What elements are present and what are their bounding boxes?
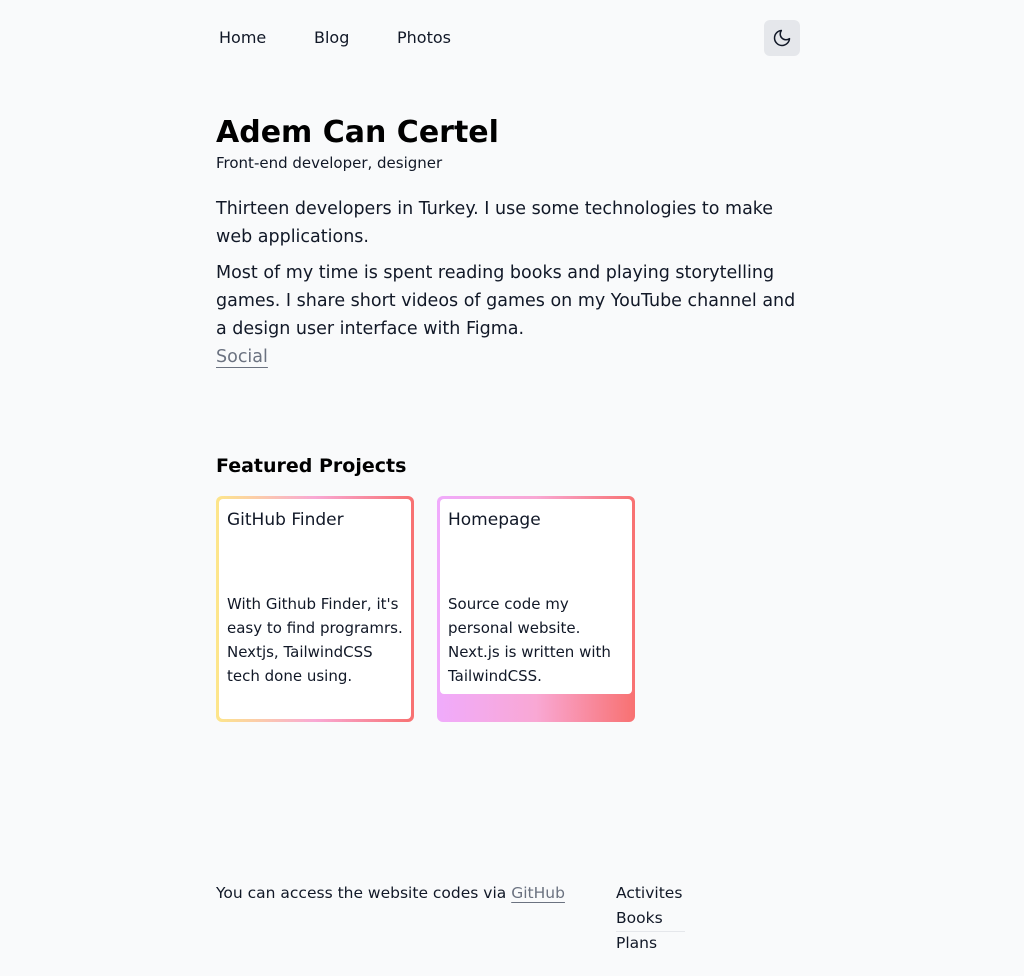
footer-github-link[interactable]: GitHub (511, 884, 565, 902)
project-card-body: GitHub Finder With Github Finder, it's e… (219, 499, 411, 719)
footer-link-books[interactable]: Books (616, 907, 685, 932)
bio-paragraph-2: Most of my time is spent reading books a… (216, 263, 796, 339)
project-card-description: Source code my personal website. Next.js… (448, 595, 611, 685)
nav-blog-link[interactable]: Blog (314, 28, 349, 48)
subtitle-role: Front-end developer, designer (216, 154, 443, 172)
project-card-github-finder[interactable]: GitHub Finder With Github Finder, it's e… (216, 496, 414, 722)
project-card-title: GitHub Finder (227, 510, 344, 530)
nav-photos-link[interactable]: Photos (397, 28, 451, 48)
nav-home-link[interactable]: Home (219, 28, 266, 48)
footer-links: Activites Books Plans (616, 882, 685, 957)
project-card-title: Homepage (448, 510, 541, 530)
top-nav: Home Blog Photos (216, 20, 800, 56)
page-container: Home Blog Photos Adem Can Certel Front-e… (216, 0, 800, 976)
featured-projects-heading: Featured Projects (216, 455, 407, 477)
moon-icon (772, 28, 792, 48)
theme-toggle-button[interactable] (764, 20, 800, 56)
footer-text-label: You can access the website codes via (216, 884, 507, 902)
footer-link-activites[interactable]: Activites (616, 882, 685, 907)
footer-text: You can access the website codes via Git… (216, 882, 565, 904)
project-card-body: Homepage Source code my personal website… (440, 499, 632, 694)
page-title: Adem Can Certel (216, 115, 499, 150)
project-card-description: With Github Finder, it's easy to find pr… (227, 595, 403, 685)
footer-link-plans[interactable]: Plans (616, 932, 685, 957)
bio-paragraph-1: Thirteen developers in Turkey. I use som… (216, 199, 774, 247)
project-card-homepage[interactable]: Homepage Source code my personal website… (437, 496, 635, 722)
social-link[interactable]: Social (216, 343, 268, 371)
